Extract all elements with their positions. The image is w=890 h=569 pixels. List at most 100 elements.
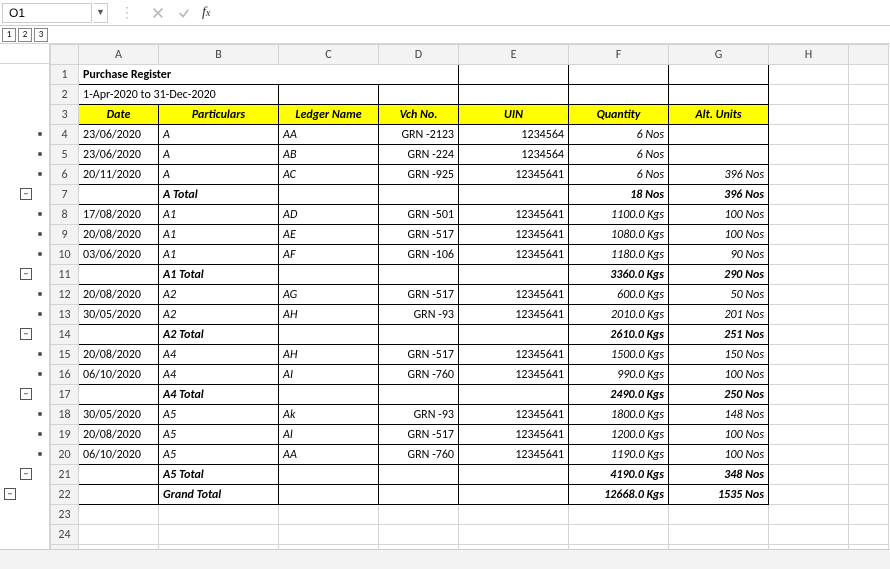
select-all-corner[interactable]	[51, 45, 79, 65]
cell[interactable]	[459, 485, 569, 505]
cell-qty[interactable]: 2010.0 Kgs	[569, 305, 669, 325]
cell-particulars[interactable]: A1	[159, 225, 279, 245]
subtotal-alt[interactable]: 250 Nos	[669, 385, 769, 405]
cell-uin[interactable]: 12345641	[459, 425, 569, 445]
cell-uin[interactable]: 12345641	[459, 225, 569, 245]
row-header-18[interactable]: 18	[51, 405, 79, 425]
cell-particulars[interactable]: A5	[159, 425, 279, 445]
group-toggle-a1[interactable]: −	[20, 268, 32, 280]
cell[interactable]	[459, 325, 569, 345]
cell-ledger[interactable]: Ak	[279, 405, 379, 425]
cell[interactable]	[769, 425, 849, 445]
cell-date[interactable]: 20/08/2020	[79, 225, 159, 245]
cell[interactable]	[769, 485, 849, 505]
row-header-25[interactable]: 25	[51, 545, 79, 550]
cell[interactable]	[159, 525, 279, 545]
group-toggle-a5[interactable]: −	[20, 468, 32, 480]
cell[interactable]	[769, 245, 849, 265]
cell-ledger[interactable]: AG	[279, 285, 379, 305]
cell-ledger[interactable]: AD	[279, 205, 379, 225]
cell[interactable]	[849, 185, 889, 205]
cell[interactable]	[279, 85, 379, 105]
cell-vch[interactable]: GRN -760	[379, 365, 459, 385]
cell[interactable]	[459, 65, 569, 85]
cell-uin[interactable]: 12345641	[459, 305, 569, 325]
cell[interactable]	[459, 505, 569, 525]
cell[interactable]	[769, 325, 849, 345]
cell-date[interactable]: 20/08/2020	[79, 425, 159, 445]
cell-qty[interactable]: 1190.0 Kgs	[569, 445, 669, 465]
cell-ledger[interactable]: AC	[279, 165, 379, 185]
cell-vch[interactable]: GRN -925	[379, 165, 459, 185]
cell-uin[interactable]: 12345641	[459, 405, 569, 425]
cell-alt[interactable]: 100 Nos	[669, 425, 769, 445]
row-header-24[interactable]: 24	[51, 525, 79, 545]
cell-alt[interactable]: 100 Nos	[669, 445, 769, 465]
subtotal-alt[interactable]: 290 Nos	[669, 265, 769, 285]
cell[interactable]	[849, 425, 889, 445]
cell[interactable]	[379, 525, 459, 545]
cell[interactable]	[569, 65, 669, 85]
cell-qty[interactable]: 990.0 Kgs	[569, 365, 669, 385]
row-header-6[interactable]: 6	[51, 165, 79, 185]
hdr-date[interactable]: Date	[79, 105, 159, 125]
cell[interactable]	[769, 85, 849, 105]
cell[interactable]	[849, 325, 889, 345]
cell-vch[interactable]: GRN -106	[379, 245, 459, 265]
cell-ledger[interactable]: AE	[279, 225, 379, 245]
cell[interactable]	[849, 465, 889, 485]
cell[interactable]	[769, 145, 849, 165]
cell[interactable]	[769, 285, 849, 305]
cell-vch[interactable]: GRN -224	[379, 145, 459, 165]
cell[interactable]	[849, 365, 889, 385]
cell[interactable]	[79, 265, 159, 285]
row-header-20[interactable]: 20	[51, 445, 79, 465]
hdr-vch[interactable]: Vch No.	[379, 105, 459, 125]
cell-vch[interactable]: GRN -517	[379, 285, 459, 305]
subtotal-qty[interactable]: 3360.0 Kgs	[569, 265, 669, 285]
cancel-icon[interactable]	[150, 5, 166, 21]
cell[interactable]	[79, 485, 159, 505]
cell[interactable]	[849, 285, 889, 305]
cell[interactable]	[379, 465, 459, 485]
cell[interactable]	[849, 165, 889, 185]
cell[interactable]	[459, 265, 569, 285]
cell[interactable]	[769, 165, 849, 185]
cell-alt[interactable]: 100 Nos	[669, 225, 769, 245]
cell[interactable]	[849, 385, 889, 405]
cell-ledger[interactable]: AI	[279, 365, 379, 385]
cell-date[interactable]: 23/06/2020	[79, 125, 159, 145]
col-header-d[interactable]: D	[379, 45, 459, 65]
cell-uin[interactable]: 1234564	[459, 145, 569, 165]
cell[interactable]	[769, 405, 849, 425]
cell-alt[interactable]: 100 Nos	[669, 205, 769, 225]
cell[interactable]	[849, 525, 889, 545]
cell-date[interactable]: 30/05/2020	[79, 305, 159, 325]
cell-qty[interactable]: 1500.0 Kgs	[569, 345, 669, 365]
row-header-15[interactable]: 15	[51, 345, 79, 365]
cell-alt[interactable]: 150 Nos	[669, 345, 769, 365]
row-header-1[interactable]: 1	[51, 65, 79, 85]
row-header-21[interactable]: 21	[51, 465, 79, 485]
subtotal-qty[interactable]: 12668.0 Kgs	[569, 485, 669, 505]
cell[interactable]	[669, 65, 769, 85]
cell[interactable]	[79, 505, 159, 525]
cell-qty[interactable]: 6 Nos	[569, 165, 669, 185]
row-header-12[interactable]: 12	[51, 285, 79, 305]
cell-date[interactable]: 23/06/2020	[79, 145, 159, 165]
cell[interactable]	[79, 465, 159, 485]
cell[interactable]	[849, 345, 889, 365]
cell[interactable]	[379, 385, 459, 405]
cell[interactable]	[849, 265, 889, 285]
subtotal-alt[interactable]: 396 Nos	[669, 185, 769, 205]
row-header-23[interactable]: 23	[51, 505, 79, 525]
cell[interactable]	[769, 505, 849, 525]
col-header-c[interactable]: C	[279, 45, 379, 65]
cell[interactable]	[459, 185, 569, 205]
row-header-8[interactable]: 8	[51, 205, 79, 225]
cell-particulars[interactable]: A4	[159, 345, 279, 365]
group-toggle-a4[interactable]: −	[20, 388, 32, 400]
cell[interactable]	[279, 485, 379, 505]
accept-icon[interactable]	[176, 5, 192, 21]
cell-vch[interactable]: GRN -93	[379, 305, 459, 325]
